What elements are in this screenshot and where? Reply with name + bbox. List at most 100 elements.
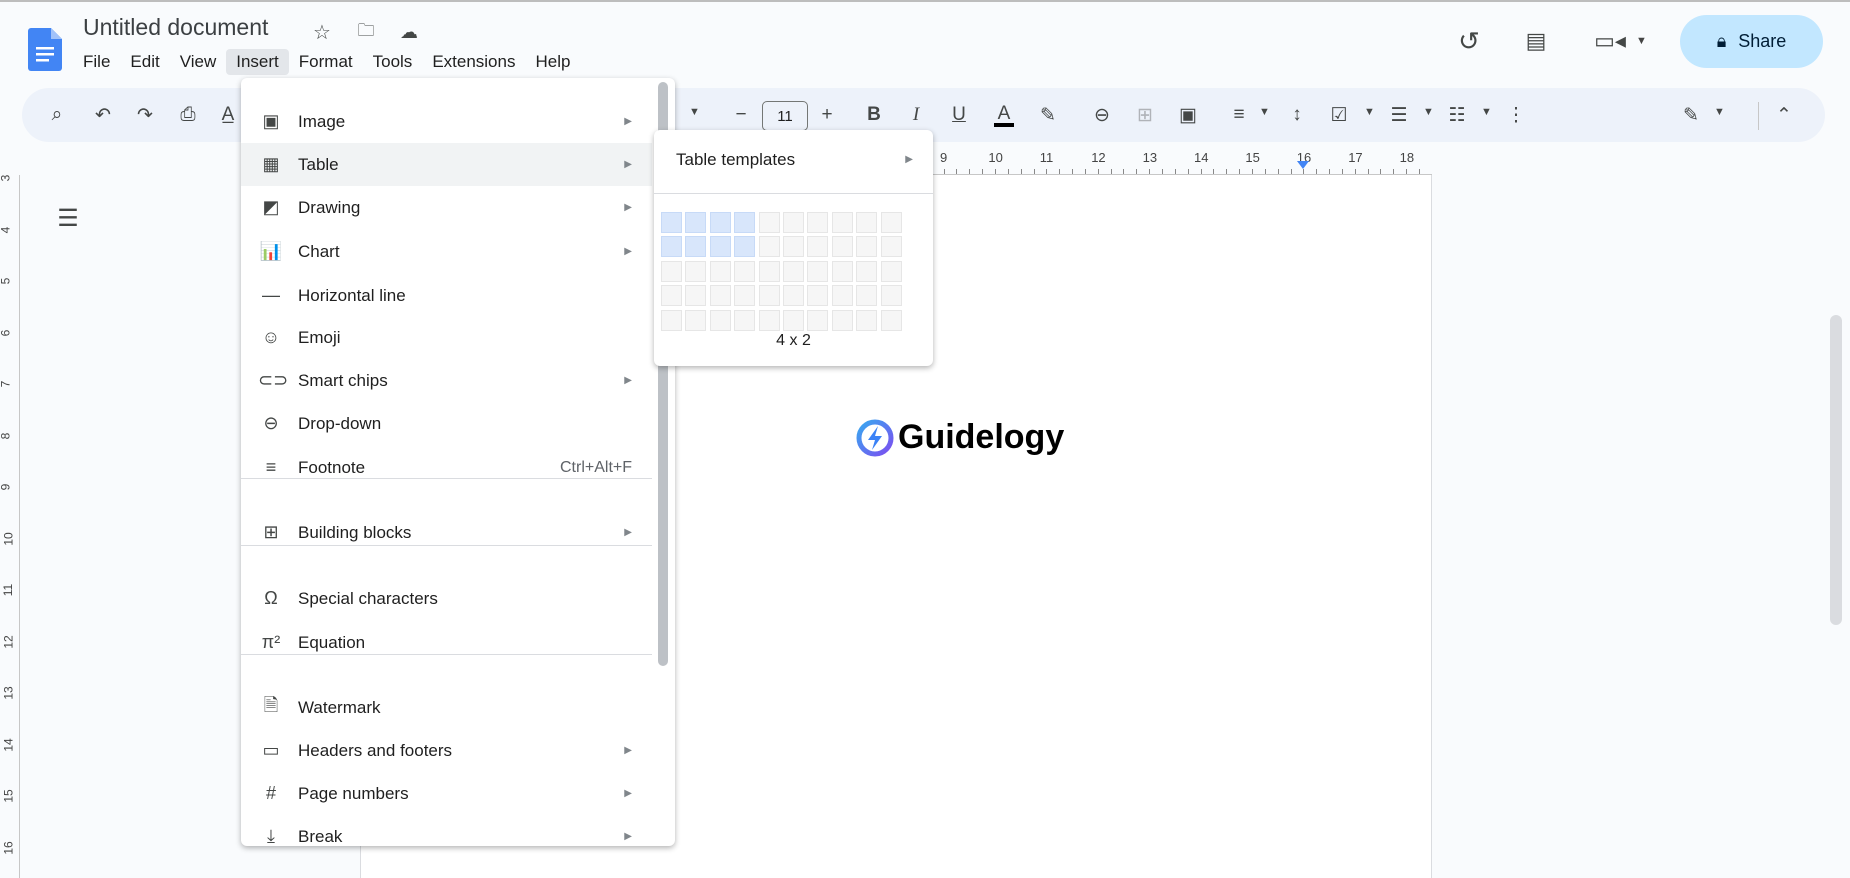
- table-grid-cell[interactable]: [807, 212, 829, 233]
- table-grid-cell[interactable]: [709, 309, 731, 331]
- numbered-list-icon[interactable]: ☷: [1442, 100, 1472, 130]
- document-title[interactable]: Untitled document: [83, 14, 268, 41]
- table-size-grid[interactable]: [661, 212, 902, 331]
- table-grid-cell[interactable]: [880, 260, 902, 282]
- table-grid-cell[interactable]: [734, 236, 756, 258]
- table-grid-cell[interactable]: [734, 260, 756, 282]
- highlight-icon[interactable]: ✎: [1033, 100, 1063, 130]
- spellcheck-icon[interactable]: A̲: [213, 100, 243, 130]
- underline-icon[interactable]: U: [944, 100, 974, 130]
- table-grid-cell[interactable]: [856, 309, 878, 331]
- menu-tools[interactable]: Tools: [363, 49, 423, 75]
- line-spacing-icon[interactable]: ↕: [1282, 100, 1312, 130]
- table-grid-cell[interactable]: [831, 260, 853, 282]
- table-grid-cell[interactable]: [758, 285, 780, 307]
- star-icon[interactable]: ☆: [307, 17, 337, 47]
- table-grid-cell[interactable]: [685, 309, 707, 331]
- docs-logo-icon[interactable]: [28, 28, 62, 71]
- table-grid-cell[interactable]: [782, 212, 804, 233]
- menu-item-chart[interactable]: 📊 Chart ▶: [241, 230, 652, 273]
- hide-menus-caret-icon[interactable]: ⌃: [1769, 100, 1799, 130]
- editing-mode-dropdown-icon[interactable]: ▼: [1714, 106, 1725, 118]
- more-options-icon[interactable]: ⋮: [1501, 100, 1531, 130]
- menu-item-headers-and-footers[interactable]: ▭ Headers and footers ▶: [241, 729, 652, 772]
- font-size-input[interactable]: 11: [762, 101, 808, 131]
- table-grid-cell[interactable]: [856, 260, 878, 282]
- menu-item-equation[interactable]: π² Equation: [241, 621, 652, 664]
- menu-item-watermark[interactable]: 🗎 Watermark: [241, 686, 652, 729]
- table-grid-cell[interactable]: [831, 236, 853, 258]
- menu-item-smart-chips[interactable]: ⊂⊃ Smart chips ▶: [241, 359, 652, 402]
- table-grid-cell[interactable]: [709, 285, 731, 307]
- meet-dropdown-icon[interactable]: ▼: [1636, 35, 1647, 47]
- menu-insert[interactable]: Insert: [226, 49, 289, 75]
- print-icon[interactable]: ⎙: [173, 100, 203, 130]
- table-grid-cell[interactable]: [709, 236, 731, 258]
- table-grid-cell[interactable]: [807, 309, 829, 331]
- table-grid-cell[interactable]: [734, 309, 756, 331]
- menu-item-emoji[interactable]: ☺ Emoji: [241, 316, 652, 359]
- table-grid-cell[interactable]: [661, 285, 682, 307]
- table-grid-cell[interactable]: [880, 236, 902, 258]
- table-grid-cell[interactable]: [880, 309, 902, 331]
- link-icon[interactable]: ⊖: [1087, 100, 1117, 130]
- page-scrollbar[interactable]: [1830, 315, 1842, 625]
- menu-item-special-characters[interactable]: Ω Special characters: [241, 577, 652, 620]
- menu-item-footnote[interactable]: ≡ Footnote Ctrl+Alt+F: [241, 446, 652, 489]
- table-grid-cell[interactable]: [685, 236, 707, 258]
- table-grid-cell[interactable]: [831, 309, 853, 331]
- bold-icon[interactable]: B: [859, 100, 889, 130]
- style-dropdown-icon[interactable]: ▼: [689, 106, 700, 118]
- menu-edit[interactable]: Edit: [120, 49, 169, 75]
- table-grid-cell[interactable]: [734, 212, 756, 233]
- table-grid-cell[interactable]: [661, 309, 682, 331]
- menu-item-table[interactable]: ▦ Table ▶: [241, 143, 652, 186]
- table-templates-item[interactable]: Table templates: [676, 150, 795, 170]
- table-grid-cell[interactable]: [661, 260, 682, 282]
- table-grid-cell[interactable]: [734, 285, 756, 307]
- table-grid-cell[interactable]: [782, 236, 804, 258]
- menu-item-break[interactable]: ⤓ Break ▶: [241, 815, 652, 858]
- table-grid-cell[interactable]: [831, 285, 853, 307]
- table-grid-cell[interactable]: [685, 260, 707, 282]
- table-grid-cell[interactable]: [856, 212, 878, 233]
- table-grid-cell[interactable]: [758, 309, 780, 331]
- menu-item-image[interactable]: ▣ Image ▶: [241, 100, 652, 143]
- table-grid-cell[interactable]: [661, 236, 682, 258]
- move-folder-icon[interactable]: 🗀: [351, 17, 381, 47]
- table-grid-cell[interactable]: [685, 212, 707, 233]
- version-history-icon[interactable]: ↺: [1454, 26, 1484, 56]
- bulleted-list-dropdown-icon[interactable]: ▼: [1423, 106, 1434, 118]
- bulleted-list-icon[interactable]: ☰: [1384, 100, 1414, 130]
- table-grid-cell[interactable]: [856, 236, 878, 258]
- meet-camera-icon[interactable]: ▭◂: [1594, 26, 1626, 56]
- table-grid-cell[interactable]: [685, 285, 707, 307]
- table-grid-cell[interactable]: [661, 212, 682, 233]
- editing-mode-pencil-icon[interactable]: ✎: [1676, 100, 1706, 130]
- numbered-list-dropdown-icon[interactable]: ▼: [1481, 106, 1492, 118]
- table-grid-cell[interactable]: [880, 285, 902, 307]
- right-indent-marker[interactable]: [1297, 161, 1309, 169]
- redo-icon[interactable]: ↷: [130, 100, 160, 130]
- table-grid-cell[interactable]: [856, 285, 878, 307]
- add-comment-icon[interactable]: ⊞: [1130, 100, 1160, 130]
- table-grid-cell[interactable]: [831, 212, 853, 233]
- menu-format[interactable]: Format: [289, 49, 363, 75]
- table-grid-cell[interactable]: [782, 309, 804, 331]
- table-grid-cell[interactable]: [709, 260, 731, 282]
- menu-item-building-blocks[interactable]: ⊞ Building blocks ▶: [241, 511, 652, 554]
- table-grid-cell[interactable]: [807, 236, 829, 258]
- text-color-icon[interactable]: A: [989, 100, 1019, 130]
- cloud-saved-icon[interactable]: ☁: [394, 17, 424, 47]
- table-grid-cell[interactable]: [782, 260, 804, 282]
- table-grid-cell[interactable]: [782, 285, 804, 307]
- table-grid-cell[interactable]: [880, 212, 902, 233]
- table-grid-cell[interactable]: [758, 260, 780, 282]
- decrease-font-size-icon[interactable]: −: [726, 100, 756, 130]
- menu-item-page-numbers[interactable]: # Page numbers ▶: [241, 772, 652, 815]
- menu-help[interactable]: Help: [525, 49, 580, 75]
- checklist-dropdown-icon[interactable]: ▼: [1364, 106, 1375, 118]
- document-outline-icon[interactable]: ☰: [53, 203, 83, 233]
- table-grid-cell[interactable]: [807, 285, 829, 307]
- comments-icon[interactable]: ▤: [1521, 26, 1551, 56]
